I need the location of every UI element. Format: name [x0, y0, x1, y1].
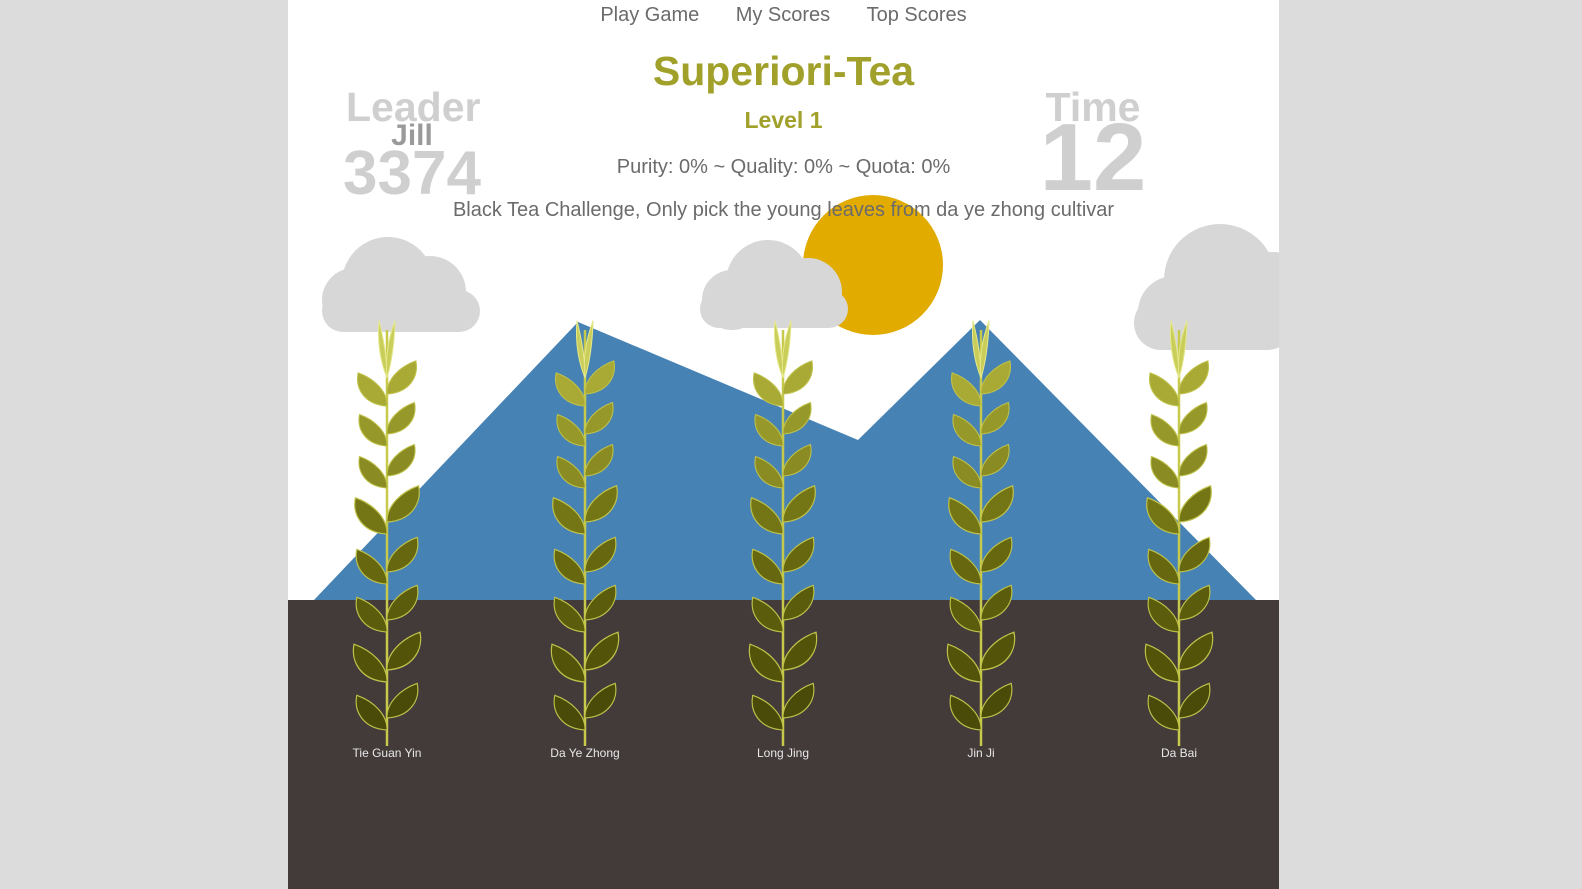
plant-label-tie-guan-yin: Tie Guan Yin — [352, 746, 422, 760]
nav-top-scores[interactable]: Top Scores — [867, 4, 967, 27]
plant-label-da-ye-zhong: Da Ye Zhong — [550, 746, 620, 760]
level-indicator: Level 1 — [744, 107, 823, 133]
challenge-text: Black Tea Challenge, Only pick the young… — [452, 199, 1115, 221]
nav-play-game[interactable]: Play Game — [600, 4, 699, 27]
top-nav: Play Game My Scores Top Scores — [288, 4, 1279, 27]
cloud-left — [322, 237, 480, 332]
game-board: Play Game My Scores Top Scores Leader Ji… — [288, 0, 1279, 889]
game-title: Superiori-Tea — [652, 48, 915, 94]
nav-my-scores[interactable]: My Scores — [736, 4, 830, 27]
plant-label-da-bai: Da Bai — [1160, 746, 1198, 760]
plant-label-long-jing: Long Jing — [756, 746, 810, 760]
plant-label-jin-ji: Jin Ji — [967, 746, 995, 760]
cloud-right — [1134, 224, 1279, 350]
stats-line: Purity: 0% ~ Quality: 0% ~ Quota: 0% — [616, 156, 951, 178]
